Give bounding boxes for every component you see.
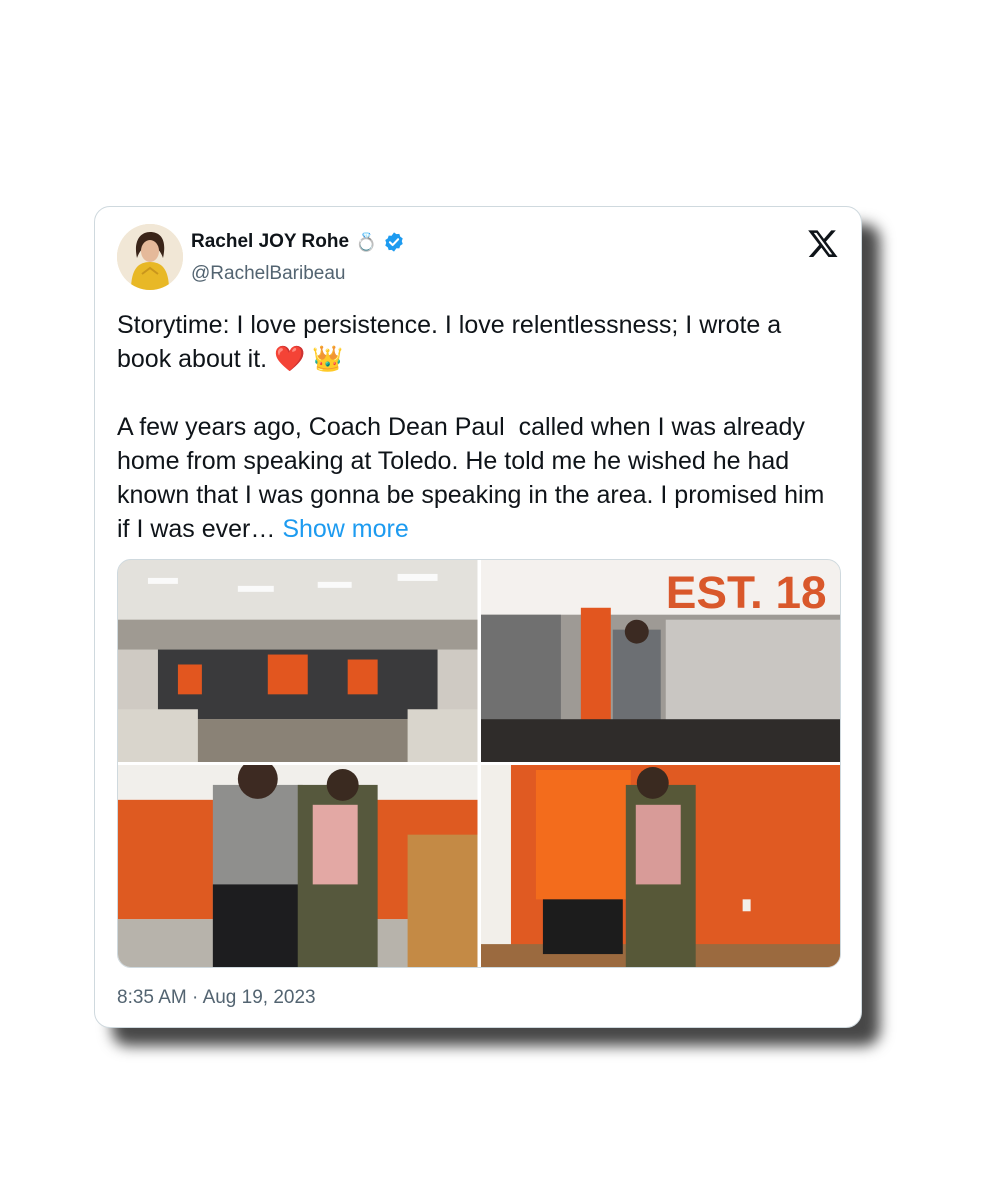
author-name-row[interactable]: Rachel JOY Rohe 💍 <box>191 231 405 253</box>
avatar[interactable] <box>117 224 183 290</box>
tweet-date: Aug 19, 2023 <box>202 987 316 1008</box>
x-logo-icon[interactable] <box>807 227 839 259</box>
tweet-timestamp[interactable]: 8:35 AM · Aug 19, 2023 <box>117 987 316 1009</box>
tweet-body: Storytime: I love persistence. I love re… <box>117 311 825 543</box>
show-more-link[interactable]: Show more <box>282 515 408 543</box>
name-emoji: 💍 <box>355 231 378 252</box>
photo-sign-text: EST. 18 <box>665 566 826 618</box>
tweet-time: 8:35 AM <box>117 987 187 1008</box>
photo-speaker-mural[interactable]: EST. 18 <box>480 560 840 762</box>
handle[interactable]: @RachelBaribeau <box>191 263 346 285</box>
tweet-card: Rachel JOY Rohe 💍 @RachelBaribeau Storyt… <box>94 206 862 1028</box>
tweet-text: Storytime: I love persistence. I love re… <box>117 308 841 546</box>
photo-duo-orange-wall[interactable] <box>480 765 840 967</box>
photo-duo-podium[interactable] <box>118 765 478 967</box>
media-grid: EST. 18 <box>117 559 841 968</box>
verified-badge-icon <box>383 231 405 253</box>
photo-group-lecture-hall[interactable] <box>118 560 478 762</box>
timestamp-separator: · <box>192 987 199 1008</box>
display-name[interactable]: Rachel JOY Rohe <box>191 231 349 253</box>
